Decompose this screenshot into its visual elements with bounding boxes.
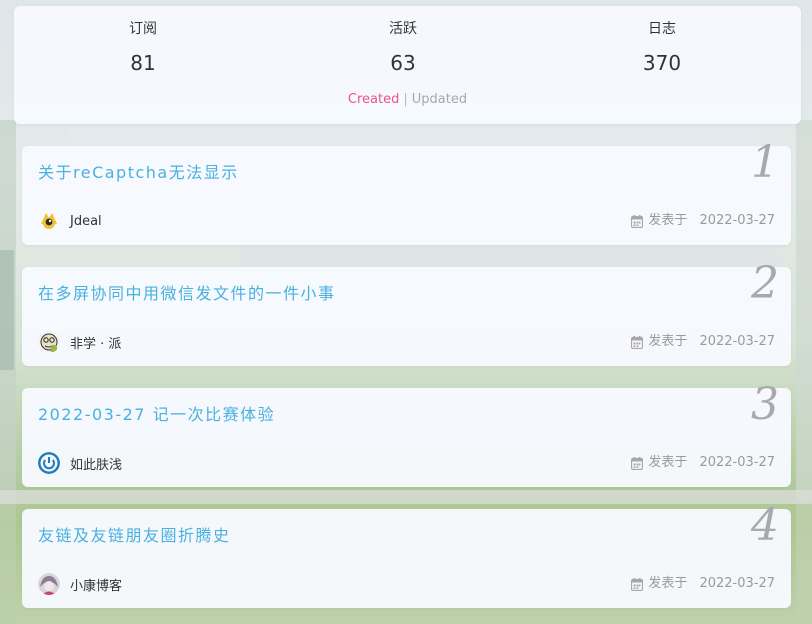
post-meta: 发表于 2022-03-27 [631,333,775,351]
anime-girl-avatar-icon[interactable] [38,573,60,595]
rank-number: 4 [751,500,779,551]
sort-updated-button[interactable]: Updated [412,92,467,107]
post-date: 2022-03-27 [699,334,775,349]
meta-label: 发表于 [648,334,688,349]
cartoon-face-avatar-icon[interactable] [38,331,60,353]
meta-label: 发表于 [648,213,688,228]
post-card[interactable]: 3 2022-03-27 记一次比赛体验 如此肤浅 发表于 2022-03-27 [22,380,791,487]
post-date: 2022-03-27 [699,576,775,591]
author-name[interactable]: 非学 · 派 [70,333,121,352]
calendar-icon [631,335,644,349]
sort-created-button[interactable]: Created [348,92,399,107]
rank-number: 1 [751,137,779,188]
sort-toggle: Created | Updated [14,92,801,108]
author-name[interactable]: Jdeal [70,214,102,229]
post-meta: 发表于 2022-03-27 [631,212,775,230]
author-name[interactable]: 如此肤浅 [70,454,122,473]
sort-separator: | [403,92,408,107]
meta-label: 发表于 [648,455,688,470]
post-date: 2022-03-27 [699,213,775,228]
rank-number: 3 [751,379,779,430]
post-title-link[interactable]: 友链及友链朋友圈折腾史 [38,525,231,547]
post-author[interactable]: Jdeal [38,210,102,232]
calendar-icon [631,214,644,228]
stat-posts[interactable]: 日志 370 [582,20,742,75]
post-date: 2022-03-27 [699,455,775,470]
stat-value: 81 [130,51,156,75]
post-card[interactable]: 1 关于reCaptcha无法显示 Jdeal 发表于 2022-03-27 [22,138,791,245]
post-meta: 发表于 2022-03-27 [631,454,775,472]
site-stats-card: 订阅 81 活跃 63 日志 370 Created | Updated [14,6,801,124]
rank-number: 2 [751,258,779,309]
post-title-link[interactable]: 关于reCaptcha无法显示 [38,162,239,184]
post-meta: 发表于 2022-03-27 [631,575,775,593]
post-author[interactable]: 小康博客 [38,573,122,595]
author-name[interactable]: 小康博客 [70,575,122,594]
stat-active[interactable]: 活跃 63 [323,20,483,75]
stat-value: 63 [390,51,416,75]
calendar-icon [631,577,644,591]
stat-label: 日志 [648,21,676,37]
stat-label: 活跃 [389,21,417,37]
post-title-link[interactable]: 2022-03-27 记一次比赛体验 [38,404,275,426]
stat-subscribe[interactable]: 订阅 81 [63,20,223,75]
calendar-icon [631,456,644,470]
post-author[interactable]: 如此肤浅 [38,452,122,474]
meta-label: 发表于 [648,576,688,591]
post-card[interactable]: 4 友链及友链朋友圈折腾史 小康博客 发表于 2022-03-27 [22,501,791,608]
yellow-bird-avatar-icon[interactable] [38,210,60,232]
post-card[interactable]: 2 在多屏协同中用微信发文件的一件小事 非学 · 派 发表于 2022-03-2… [22,259,791,366]
stat-label: 订阅 [129,21,157,37]
post-author[interactable]: 非学 · 派 [38,331,121,353]
post-title-link[interactable]: 在多屏协同中用微信发文件的一件小事 [38,283,336,305]
power-symbol-avatar-icon[interactable] [38,452,60,474]
stat-value: 370 [642,51,682,75]
